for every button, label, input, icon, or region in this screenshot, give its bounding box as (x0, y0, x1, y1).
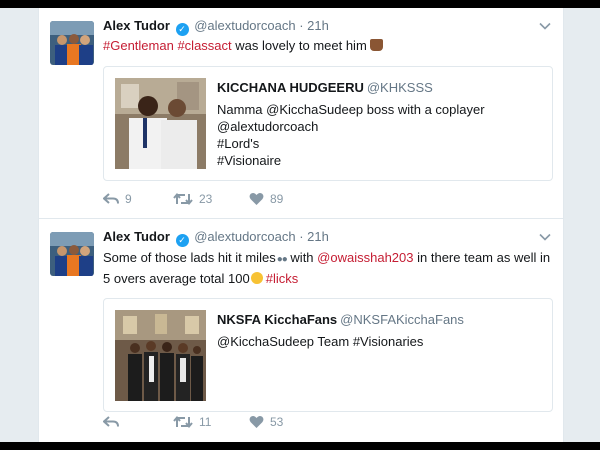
retweet-count: 11 (199, 415, 212, 429)
quoted-text-line: @KicchaSudeep Team #Visionaries (217, 334, 424, 349)
quoted-author-handle[interactable]: @NKSFAKicchaFans (340, 312, 464, 327)
reply-icon (103, 416, 119, 427)
mention-link[interactable]: @owaisshah203 (317, 250, 413, 265)
verified-icon: ✓ (175, 23, 189, 36)
reply-count: 9 (125, 192, 132, 206)
like-icon (249, 192, 264, 205)
author-name[interactable]: Alex Tudor (103, 18, 170, 33)
quoted-photo[interactable] (115, 78, 206, 169)
timestamp[interactable]: 21h (307, 229, 329, 244)
thumbs-emoji-icon (369, 39, 383, 51)
tweet-text-segment: Some of those lads hit it miles (103, 250, 276, 265)
left-margin (0, 8, 38, 442)
like-count: 89 (270, 192, 284, 206)
tweet[interactable]: Alex Tudor ✓ @alextudorcoach · 21h #Gent… (39, 8, 563, 219)
quoted-author-name[interactable]: NKSFA KicchaFans (217, 312, 337, 327)
hashtag[interactable]: #classact (177, 38, 231, 53)
tweet-text-segment: 5 overs average total 100 (103, 271, 250, 286)
quoted-tweet[interactable]: NKSFA KicchaFans @NKSFAKicchaFans @Kiccha… (103, 298, 553, 412)
author-handle[interactable]: @alextudorcoach (194, 229, 295, 244)
tweet-header: Alex Tudor ✓ @alextudorcoach · 21h (103, 18, 329, 36)
verified-icon: ✓ (175, 234, 189, 247)
right-margin (562, 8, 600, 442)
retweet-icon (173, 415, 193, 429)
retweet-icon (173, 192, 193, 206)
quoted-text-line: @alextudorcoach (217, 119, 319, 134)
reply-button[interactable] (103, 415, 125, 429)
like-button[interactable]: 53 (249, 415, 283, 429)
quoted-author-handle[interactable]: @KHKSSS (367, 80, 433, 95)
top-border (0, 0, 600, 8)
avatar[interactable] (50, 232, 94, 276)
retweet-button[interactable]: 23 (173, 192, 212, 206)
reply-icon (103, 193, 119, 204)
tweet-text-segment: in there team as well in (417, 250, 551, 265)
tweet-text-segment: with (290, 250, 314, 265)
hashtag[interactable]: #Gentleman (103, 38, 174, 53)
like-count: 53 (270, 415, 284, 429)
separator-dot: · (299, 18, 304, 33)
reply-button[interactable]: 9 (103, 192, 132, 206)
quoted-photo[interactable] (115, 310, 206, 401)
like-button[interactable]: 89 (249, 192, 283, 206)
quoted-author-name[interactable]: KICCHANA HUDGEERU (217, 80, 364, 95)
avatar[interactable] (50, 21, 94, 65)
separator-dot: · (299, 229, 304, 244)
hashtag[interactable]: #licks (266, 271, 299, 286)
retweet-count: 23 (199, 192, 213, 206)
tweet[interactable]: Alex Tudor ✓ @alextudorcoach · 21h Some … (39, 219, 563, 442)
author-name[interactable]: Alex Tudor (103, 229, 170, 244)
retweet-button[interactable]: 11 (173, 415, 211, 429)
quoted-text-line: #Visionaire (217, 153, 282, 168)
caret-down-icon[interactable] (539, 231, 551, 243)
timestamp[interactable]: 21h (307, 18, 329, 33)
bottom-border (0, 442, 600, 450)
tweet-text-segment: was lovely to meet him (235, 38, 367, 53)
like-icon (249, 415, 264, 428)
caret-down-icon[interactable] (539, 20, 551, 32)
timeline: Alex Tudor ✓ @alextudorcoach · 21h #Gent… (38, 8, 564, 442)
tweet-text: #Gentleman #classact was lovely to meet … (103, 36, 553, 55)
flushed-emoji-icon (250, 272, 263, 284)
quoted-text-line: Namma @KicchaSudeep boss with a coplayer (217, 102, 485, 117)
tweet-header: Alex Tudor ✓ @alextudorcoach · 21h (103, 229, 329, 247)
tweet-text: Some of those lads hit it miles●● with @… (103, 248, 553, 288)
eyes-emoji-icon: ●● (276, 254, 288, 265)
author-handle[interactable]: @alextudorcoach (194, 18, 295, 33)
quoted-text-line: #Lord's (217, 136, 260, 151)
quoted-tweet[interactable]: KICCHANA HUDGEERU @KHKSSS Namma @KicchaSu… (103, 66, 553, 181)
